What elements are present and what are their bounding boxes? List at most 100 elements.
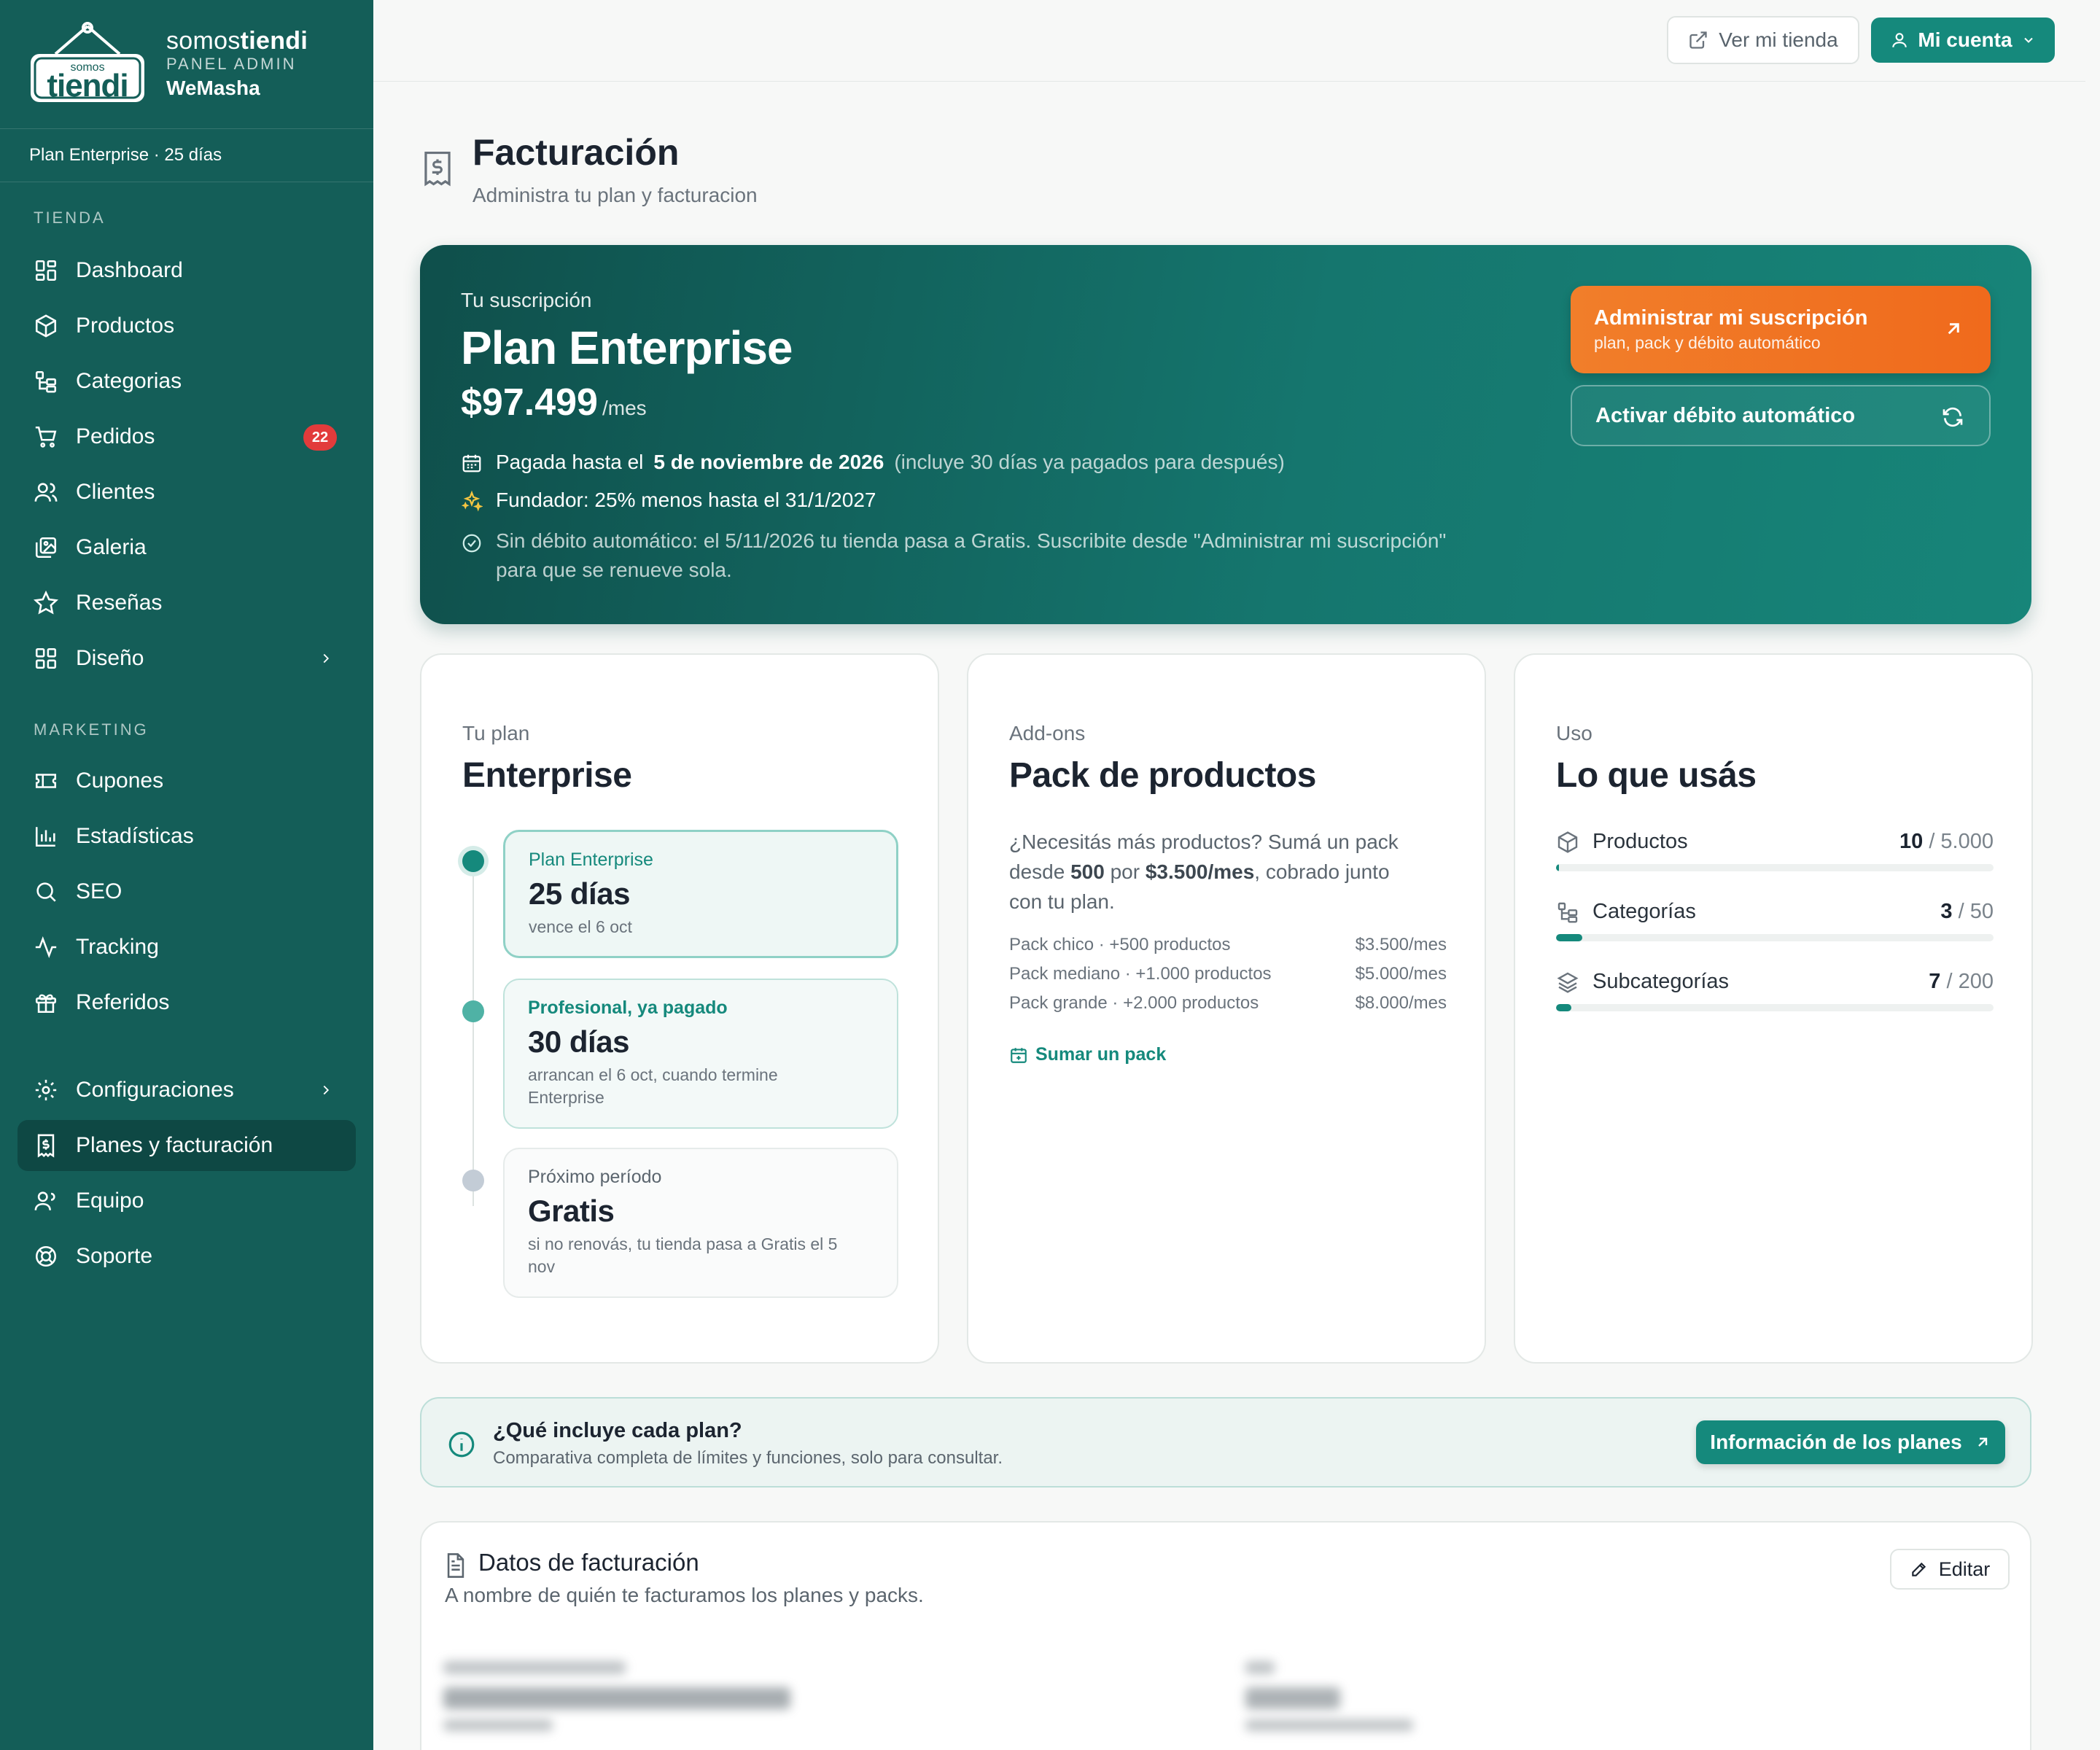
sidebar-item-configuraciones[interactable]: Configuraciones: [18, 1065, 356, 1116]
arrow-up-right-icon: [1978, 1437, 1987, 1447]
activate-autodebit-label: Activar débito automático: [1595, 403, 1856, 427]
store-name: WeMasha: [166, 77, 260, 99]
add-pack-link[interactable]: Sumar un pack: [1009, 1044, 1166, 1065]
page-subtitle: Administra tu plan y facturacion: [472, 184, 758, 206]
addons-description: ¿Necesitás más productos? Sumá un pack d…: [1009, 831, 1399, 913]
view-store-label: Ver mi tienda: [1719, 28, 1838, 51]
sidebar-item-categorias[interactable]: Categorias: [18, 356, 356, 407]
timeline-item-current: Plan Enterprise 25 días vence el 6 oct: [503, 830, 898, 958]
brand-subtitle: PANEL ADMIN: [166, 55, 297, 73]
usage-value: 7 / 200: [1929, 970, 1994, 993]
tree-icon: [1558, 902, 1578, 923]
timeline-note: si no renovás, tu tienda pasa a Gratis e…: [528, 1234, 838, 1276]
sidebar-item-label: Configuraciones: [76, 1078, 234, 1102]
section-label-marketing: MARKETING: [34, 720, 149, 739]
topbar: Ver mi tienda Mi cuenta: [373, 0, 2085, 82]
view-store-button[interactable]: Ver mi tienda: [1667, 16, 1859, 64]
lifebuoy-icon: [35, 1245, 57, 1267]
usage-label: Categorías: [1592, 900, 1696, 923]
account-menu-button[interactable]: Mi cuenta: [1871, 18, 2055, 63]
pack-name: Pack grande · +2.000 productos: [1009, 993, 1259, 1013]
sidebar-item-productos[interactable]: Productos: [18, 300, 356, 351]
tree-icon: [35, 370, 57, 393]
layers-icon: [1557, 972, 1579, 993]
manage-subscription-button[interactable]: Administrar mi suscripción plan, pack y …: [1571, 286, 1991, 373]
autodebit-text-1: Sin débito automático: el 5/11/2026 tu t…: [496, 529, 1447, 552]
sidebar-item-planes-facturacion[interactable]: Planes y facturación: [18, 1120, 356, 1171]
usage-bar-fill: [1556, 1004, 1571, 1011]
sidebar-item-label: Categorias: [76, 369, 182, 393]
sidebar-item-estadisticas[interactable]: Estadísticas: [18, 811, 356, 862]
receipt-icon: [37, 1134, 55, 1158]
timeline-dot-current: [462, 850, 484, 872]
pack-price: $5.000/mes: [1355, 964, 1447, 984]
star-icon: [34, 591, 58, 615]
pack-price: $3.500/mes: [1355, 935, 1447, 954]
section-label-store: TIENDA: [34, 209, 106, 227]
sidebar-item-galeria[interactable]: Galeria: [18, 522, 356, 573]
box-icon: [35, 314, 57, 338]
sidebar-item-dashboard[interactable]: Dashboard: [18, 245, 356, 296]
info-icon: [448, 1431, 475, 1458]
sidebar-item-label: Tracking: [76, 935, 159, 959]
plans-info-button[interactable]: Información de los planes: [1696, 1420, 2005, 1464]
usage-bar-fill: [1556, 864, 1559, 871]
plan-strip: Plan Enterprise · 25 días: [0, 128, 373, 182]
calendar-icon: [462, 454, 481, 472]
usage-bar: [1556, 864, 1994, 871]
chevron-right-icon: [323, 1085, 330, 1095]
team-icon: [34, 1191, 55, 1210]
timeline-value: Gratis: [528, 1194, 615, 1228]
timeline-item-prepaid: Profesional, ya pagado 30 días arrancan …: [503, 979, 898, 1129]
grid-icon: [35, 260, 57, 281]
blurred-field-value: [443, 1687, 790, 1709]
page-title: Facturación: [472, 132, 680, 173]
pencil-icon: [1911, 1562, 1926, 1576]
layout-icon: [35, 648, 57, 669]
sidebar-item-diseno[interactable]: Diseño: [18, 633, 356, 684]
sidebar-item-resenas[interactable]: Reseñas: [18, 578, 356, 629]
subscription-plan: Plan Enterprise: [461, 322, 793, 374]
timeline-value: 25 días: [529, 876, 630, 911]
sidebar-item-seo[interactable]: SEO: [18, 866, 356, 917]
account-label: Mi cuenta: [1918, 28, 2012, 51]
sidebar-item-referidos[interactable]: Referidos: [18, 977, 356, 1028]
sidebar-item-label: Planes y facturación: [76, 1133, 273, 1157]
orders-count-badge: 22: [303, 424, 337, 451]
external-link-icon: [1689, 31, 1707, 49]
logo: somos tiendi: [26, 22, 149, 106]
sidebar-item-clientes[interactable]: Clientes: [18, 467, 356, 518]
timeline-kicker: Próximo período: [528, 1167, 662, 1187]
billing-title: Datos de facturación: [478, 1549, 699, 1576]
chevron-down-icon: [2023, 37, 2033, 43]
billing-desc: A nombre de quién te facturamos los plan…: [445, 1584, 924, 1606]
manage-subscription-sublabel: plan, pack y débito automático: [1594, 333, 1821, 352]
plans-info-desc: Comparativa completa de límites y funcio…: [493, 1448, 1003, 1468]
sidebar-item-pedidos[interactable]: Pedidos 22: [18, 411, 356, 462]
brand[interactable]: somos tiendi somostiendi PANEL ADMIN WeM…: [0, 0, 373, 128]
paid-note: (incluye 30 días ya pagados para después…: [894, 451, 1285, 473]
usage-value: 10 / 5.000: [1899, 830, 1994, 853]
edit-billing-button[interactable]: Editar: [1890, 1549, 2010, 1590]
autodebit-text-2: para que se renueve sola.: [496, 559, 732, 581]
timeline-note: arrancan el 6 oct, cuando termine Enterpr…: [528, 1065, 778, 1107]
billing-data-card: Datos de facturación A nombre de quién t…: [420, 1521, 2031, 1750]
timeline-value: 30 días: [528, 1024, 629, 1059]
usage-label: Subcategorías: [1592, 970, 1730, 993]
search-icon: [36, 882, 56, 902]
document-icon: [447, 1553, 464, 1578]
add-pack-label: Sumar un pack: [1035, 1044, 1167, 1065]
sidebar-item-tracking[interactable]: Tracking: [18, 922, 356, 973]
receipt-icon: [424, 151, 451, 187]
sidebar-item-soporte[interactable]: Soporte: [18, 1231, 356, 1282]
sidebar-item-equipo[interactable]: Equipo: [18, 1175, 356, 1226]
sidebar-item-cupones[interactable]: Cupones: [18, 755, 356, 806]
pack-price: $8.000/mes: [1355, 993, 1447, 1013]
sidebar-item-label: Clientes: [76, 480, 155, 504]
activate-autodebit-button[interactable]: Activar débito automático: [1571, 385, 1991, 446]
sidebar-item-label: Productos: [76, 314, 175, 338]
usage-row-subcategories: Subcategorías 7 / 200: [1556, 970, 1994, 1011]
arrow-up-right-icon: [1948, 323, 1959, 335]
usage-value: 3 / 50: [1940, 900, 1994, 923]
usage-bar: [1556, 934, 1994, 941]
